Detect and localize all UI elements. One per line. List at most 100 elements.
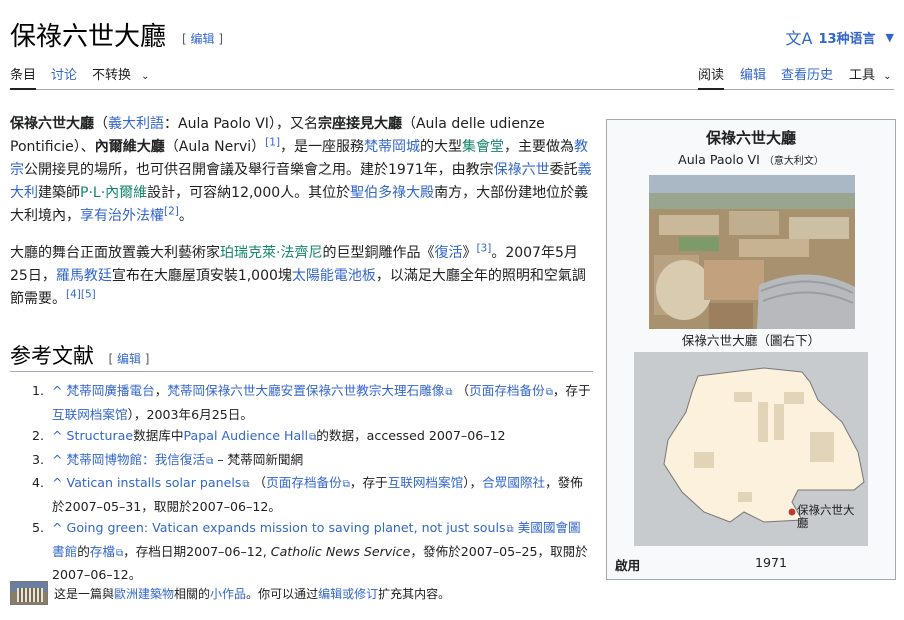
- text-run: 建築師: [38, 185, 80, 201]
- tab-history[interactable]: 查看历史: [781, 64, 833, 90]
- reference-number: 1.: [31, 383, 44, 398]
- text-run: 設計，可容納12,000人。其位於: [147, 185, 351, 201]
- wiki-link[interactable]: 保祿六世: [494, 162, 550, 178]
- wiki-link[interactable]: 羅馬教廷: [56, 268, 112, 284]
- tab-talk[interactable]: 讨论: [51, 64, 77, 90]
- reference-item: 3. ^ 梵蒂岡博物館：我信復活 – 梵蒂岡新聞網: [30, 449, 592, 473]
- text-run: ，存于: [349, 475, 388, 490]
- external-link[interactable]: Papal Audience Hall: [184, 428, 317, 443]
- reference-number: 3.: [31, 451, 44, 467]
- wiki-link[interactable]: 太陽能電池板: [292, 268, 376, 284]
- reference-item: 2. ^ Structurae数据库中Papal Audience Hall的数据…: [30, 425, 592, 449]
- publisher-name: Catholic News Service: [270, 543, 411, 559]
- wiki-link[interactable]: 歐洲建築物: [114, 587, 174, 601]
- opened-label: 啟用: [615, 558, 641, 573]
- wiki-link[interactable]: 享有治外法權: [80, 208, 164, 224]
- text-run: – 梵蒂岡新聞網: [213, 451, 304, 467]
- text-run: 。你可以通过: [246, 586, 319, 601]
- text-run: ，存档日期2007–06–12,: [123, 543, 271, 559]
- infobox-photo[interactable]: [649, 175, 855, 329]
- text-run: ，: [154, 383, 168, 398]
- bold-term: 保祿六世大廳: [10, 116, 94, 132]
- chevron-down-icon: ▼: [885, 30, 894, 44]
- text-run: 》: [462, 245, 477, 261]
- wiki-link[interactable]: 集會堂: [462, 139, 504, 155]
- reference-number: 4.: [31, 475, 44, 490]
- tools-dropdown[interactable]: 工具 ⌄: [849, 64, 892, 90]
- wiki-link[interactable]: 互联网档案馆: [388, 475, 464, 490]
- external-link[interactable]: 页面存档备份: [469, 383, 553, 398]
- translate-icon: 文A: [785, 29, 813, 48]
- wiki-link[interactable]: 聖伯多祿大殿: [350, 185, 434, 201]
- wiki-link[interactable]: ^ Structurae: [52, 428, 133, 443]
- text-run: （: [94, 116, 108, 132]
- text-run: 大廳的舞台正面放置義大利藝術家: [10, 245, 220, 261]
- stub-text: 这是一篇與歐洲建築物相關的小作品。你可以通过编辑或修订扩充其内容。: [54, 585, 450, 602]
- bold-term: 內爾維大廳: [94, 139, 165, 155]
- text-run: 宣布在大廳屋頂安裝1,000塊: [111, 268, 292, 284]
- reference-list: 1.^ 梵蒂岡廣播電台，梵蒂岡保祿六世大廳安置保祿六世教宗大理石雕像 （页面存档…: [30, 380, 592, 586]
- text-run: 。: [178, 208, 193, 224]
- citation-link[interactable]: [4][5]: [66, 288, 96, 300]
- text-run: 公開接見的場所，也可供召開會議及舉行音樂會之用。建於1971年，由教宗: [24, 162, 494, 178]
- text-run: ，是一座服務: [280, 139, 365, 155]
- reference-number: 5.: [31, 520, 44, 535]
- reference-item: 1. ^ 梵蒂岡廣播電台，梵蒂岡保祿六世大廳安置保祿六世教宗大理石雕像 （页面存档…: [30, 380, 592, 425]
- infobox-photo-caption: 保祿六世大廳（圖右下）: [681, 333, 821, 348]
- location-map[interactable]: 保祿六世大廳: [634, 352, 868, 546]
- variant-dropdown[interactable]: 不转换 ⌄: [92, 64, 150, 90]
- wiki-link[interactable]: 梵蒂岡城: [364, 139, 420, 155]
- citation-link[interactable]: [2]: [164, 205, 179, 217]
- article-body: 保祿六世大廳（義大利語：Aula Paolo VI），又名宗座接見大廳 （Aula…: [10, 113, 595, 325]
- infobox-opened-row: 啟用 1971: [607, 550, 895, 576]
- text-run: ），: [463, 475, 483, 490]
- page-tabs: 条目 讨论 不转换 ⌄ 阅读 编辑 查看历史 工具 ⌄: [10, 58, 894, 90]
- opened-value: 1971: [755, 555, 788, 570]
- text-run: 相關的: [174, 586, 211, 601]
- text-run: （: [452, 383, 470, 398]
- tab-read[interactable]: 阅读: [698, 64, 725, 90]
- references-heading: 参考文献 [ 编辑 ]: [10, 340, 593, 372]
- wiki-link[interactable]: 编辑或修订: [318, 587, 378, 601]
- citation-link[interactable]: [1]: [265, 136, 280, 148]
- text-run: 的巨型銅雕作品《: [322, 245, 435, 261]
- external-link[interactable]: ^ Going green: Vatican expands mission t…: [52, 520, 514, 535]
- external-link[interactable]: ^ Vatican installs solar panels: [52, 475, 250, 490]
- stub-notice: 这是一篇與歐洲建築物相關的小作品。你可以通过编辑或修订扩充其内容。: [10, 580, 450, 606]
- tab-article[interactable]: 条目: [10, 64, 37, 90]
- wiki-link[interactable]: 復活: [434, 245, 462, 261]
- language-count: 13种语言: [818, 31, 876, 47]
- citation-link[interactable]: [3]: [476, 242, 491, 254]
- external-link[interactable]: ^ 梵蒂岡博物館：我信復活: [52, 452, 213, 467]
- external-link[interactable]: 梵蒂岡保祿六世大廳安置保祿六世教宗大理石雕像: [167, 383, 452, 398]
- tab-edit[interactable]: 编辑: [740, 64, 766, 90]
- text-run: 的: [77, 543, 90, 559]
- text-run: ，存于: [552, 383, 591, 398]
- chevron-down-icon: ⌄: [141, 71, 150, 82]
- wiki-link[interactable]: P·L·內爾維: [80, 185, 147, 201]
- wiki-link[interactable]: 義大利語: [108, 116, 164, 132]
- text-run: 的大型: [420, 139, 463, 155]
- wiki-link[interactable]: 互联网档案馆: [52, 407, 128, 422]
- language-button[interactable]: 文A 13种语言 ▼: [785, 25, 894, 49]
- map-marker-label: 保祿六世大廳: [797, 503, 855, 530]
- wiki-link[interactable]: 合眾國際社: [482, 475, 545, 490]
- wiki-link[interactable]: ^ 梵蒂岡廣播電台: [52, 383, 155, 398]
- chevron-down-icon: ⌄: [883, 71, 892, 82]
- references-edit-link[interactable]: [ 编辑 ]: [108, 352, 149, 366]
- title-edit-link[interactable]: [ 编辑 ]: [182, 30, 223, 47]
- bold-term: 宗座接見大廳: [317, 116, 402, 132]
- reference-number: 2.: [31, 428, 44, 443]
- infobox: 保祿六世大廳 Aula Paolo VI （意大利文） 保祿六世大廳（圖右下）: [606, 119, 896, 580]
- page-title: 保祿六世大廳: [10, 22, 167, 52]
- external-link[interactable]: 存檔: [90, 544, 123, 559]
- text-run: （Aula Nervi）: [164, 139, 266, 155]
- wiki-link[interactable]: 珀瑞克萊·法齊尼: [220, 245, 322, 261]
- wiki-link[interactable]: 小作品: [210, 587, 246, 601]
- text-run: 委託: [549, 162, 578, 178]
- external-link[interactable]: 页面存档备份: [266, 475, 350, 490]
- text-run: 这是一篇與: [54, 586, 115, 601]
- text-run: ），2003年6月25日。: [127, 406, 253, 422]
- text-run: 数据库中: [133, 428, 184, 443]
- infobox-subtitle: Aula Paolo VI （意大利文）: [678, 152, 824, 167]
